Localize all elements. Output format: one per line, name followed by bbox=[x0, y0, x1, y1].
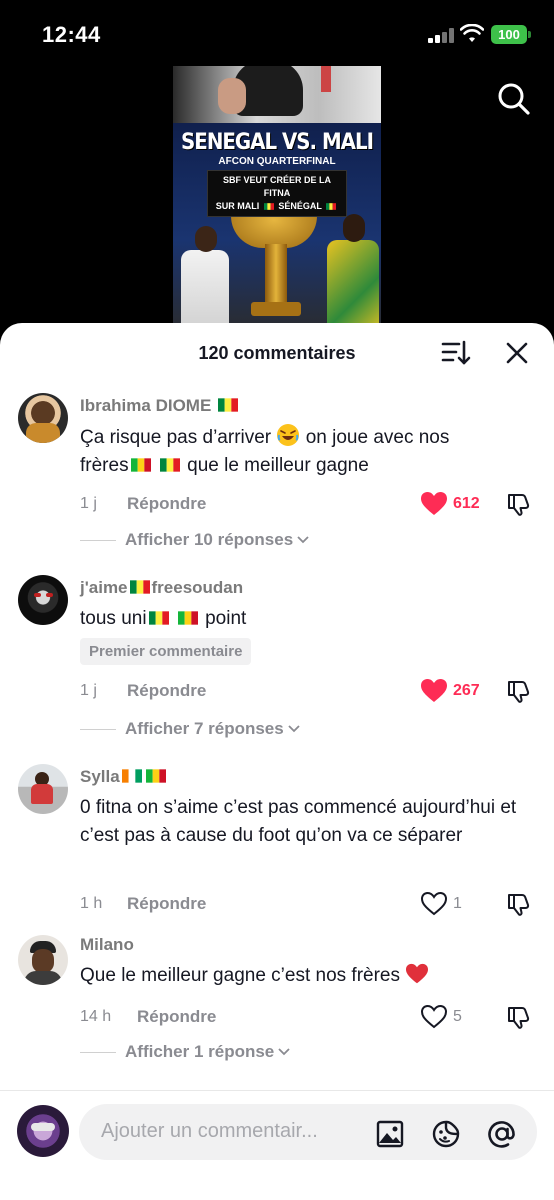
sort-icon[interactable] bbox=[441, 339, 471, 367]
comment-time: 14 h bbox=[80, 1008, 112, 1025]
mali-flag-icon bbox=[145, 769, 166, 783]
senegal-flag-icon bbox=[263, 203, 274, 210]
player-right-image bbox=[325, 214, 381, 336]
like-count: 267 bbox=[453, 682, 480, 699]
sticker-icon[interactable] bbox=[431, 1119, 461, 1149]
dislike-icon[interactable] bbox=[506, 1004, 532, 1030]
status-time: 12:44 bbox=[42, 22, 101, 47]
player-left-image bbox=[179, 226, 229, 336]
senegal-flag-icon bbox=[218, 398, 239, 412]
reply-button[interactable]: Répondre bbox=[127, 894, 206, 914]
view-replies-button[interactable]: Afficher 10 réponses bbox=[80, 528, 309, 552]
mali-flag-icon bbox=[177, 611, 198, 625]
avatar[interactable] bbox=[18, 393, 68, 443]
heart-icon[interactable] bbox=[420, 491, 448, 517]
comment-username[interactable]: Sylla bbox=[80, 767, 168, 787]
video-title: SENEGAL VS. MALI bbox=[181, 130, 374, 155]
comment-username[interactable]: Milano bbox=[80, 935, 134, 955]
my-avatar[interactable] bbox=[17, 1105, 69, 1157]
comments-sheet: 120 commentaires Ibrahima DIOME Ça risqu… bbox=[0, 323, 554, 1200]
first-comment-badge: Premier commentaire bbox=[80, 638, 252, 665]
ivory-coast-flag-icon bbox=[121, 769, 142, 783]
senegal-flag-icon bbox=[148, 611, 169, 625]
video-subtitle: AFCON QUARTERFINAL bbox=[218, 156, 336, 167]
comment-input-placeholder: Ajouter un commentair... bbox=[101, 1120, 318, 1142]
comment-input[interactable]: Ajouter un commentair... bbox=[79, 1104, 537, 1160]
mention-icon[interactable] bbox=[487, 1119, 517, 1149]
dislike-icon[interactable] bbox=[506, 491, 532, 517]
video-caption: SBF VEUT CRÉER DE LA FITNA SUR MALI SÉNÉ… bbox=[207, 170, 347, 217]
view-replies-button[interactable]: Afficher 7 réponses bbox=[80, 717, 300, 741]
video-top-strip bbox=[173, 66, 381, 123]
like-count: 5 bbox=[453, 1008, 462, 1025]
like-count: 1 bbox=[453, 895, 462, 912]
comment-time: 1 j bbox=[80, 495, 97, 512]
comment-time: 1 h bbox=[80, 895, 103, 912]
status-bar: 12:44 100 bbox=[0, 0, 554, 70]
dislike-icon[interactable] bbox=[506, 678, 532, 704]
chevron-down-icon bbox=[297, 536, 309, 544]
close-icon[interactable] bbox=[504, 340, 530, 366]
chevron-down-icon bbox=[278, 1048, 290, 1056]
battery-indicator: 100 bbox=[491, 25, 531, 44]
senegal-flag-icon bbox=[159, 458, 180, 472]
reply-button[interactable]: Répondre bbox=[127, 681, 206, 701]
comment-composer: Ajouter un commentair... bbox=[0, 1090, 554, 1200]
reply-button[interactable]: Répondre bbox=[127, 494, 206, 514]
video-thumbnail[interactable]: SENEGAL VS. MALI AFCON QUARTERFINAL SBF … bbox=[173, 66, 381, 336]
dislike-icon[interactable] bbox=[506, 891, 532, 917]
comment-time: 1 j bbox=[80, 682, 97, 699]
comment-username[interactable]: j'aime freesoudan bbox=[80, 578, 243, 598]
laughing-emoji-icon bbox=[277, 424, 300, 446]
senegal-flag-icon bbox=[326, 203, 337, 210]
heart-outline-icon[interactable] bbox=[420, 891, 448, 917]
view-replies-button[interactable]: Afficher 1 réponse bbox=[80, 1040, 290, 1064]
chevron-down-icon bbox=[288, 725, 300, 733]
heart-icon[interactable] bbox=[420, 678, 448, 704]
comment-text: 0 fitna on s’aime c’est pas commencé auj… bbox=[80, 797, 517, 846]
avatar[interactable] bbox=[18, 935, 68, 985]
like-count: 612 bbox=[453, 495, 480, 512]
comment-text: tous uni point bbox=[80, 608, 247, 629]
comment-text: Que le meilleur gagne c’est nos frères bbox=[80, 962, 540, 990]
search-icon[interactable] bbox=[497, 82, 531, 116]
mali-flag-icon bbox=[130, 458, 151, 472]
avatar[interactable] bbox=[18, 575, 68, 625]
comment-text: Ça risque pas d’arriver on joue avec nos… bbox=[80, 423, 540, 480]
wifi-icon bbox=[460, 24, 484, 42]
avatar[interactable] bbox=[18, 764, 68, 814]
image-icon[interactable] bbox=[375, 1119, 405, 1149]
heart-outline-icon[interactable] bbox=[420, 1004, 448, 1030]
cellular-signal-icon bbox=[428, 27, 454, 43]
reply-button[interactable]: Répondre bbox=[137, 1007, 216, 1027]
red-heart-emoji-icon bbox=[406, 963, 429, 984]
senegal-flag-icon bbox=[129, 580, 150, 594]
comment-username[interactable]: Ibrahima DIOME bbox=[80, 396, 240, 416]
